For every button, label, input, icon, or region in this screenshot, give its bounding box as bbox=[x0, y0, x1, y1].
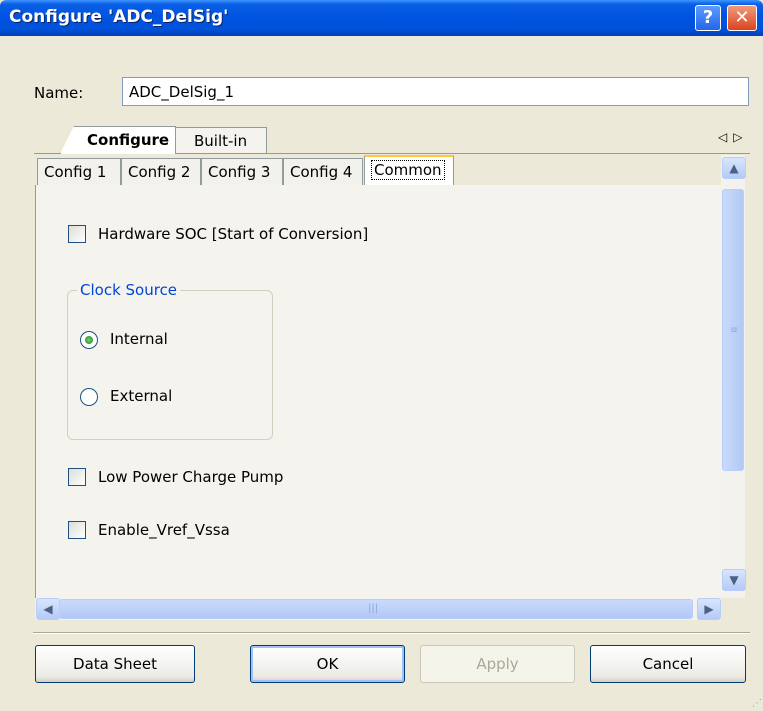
tab-config-4[interactable]: Config 4 bbox=[283, 158, 363, 185]
radio-selected-dot bbox=[85, 336, 93, 344]
low-power-charge-pump-checkbox[interactable] bbox=[68, 468, 86, 486]
tab-built-in[interactable]: Built-in bbox=[175, 127, 267, 153]
enable-vref-vssa-checkbox[interactable] bbox=[68, 521, 86, 539]
chevron-down-icon[interactable]: ▼ bbox=[722, 569, 746, 591]
help-button[interactable]: ? bbox=[695, 5, 721, 31]
horizontal-scroll-thumb[interactable]: ||| bbox=[59, 599, 693, 619]
low-power-charge-pump-label: Low Power Charge Pump bbox=[98, 468, 284, 486]
chevron-up-icon[interactable]: ▲ bbox=[722, 157, 746, 179]
tab-configure[interactable]: Configure bbox=[60, 126, 176, 154]
internal-radio[interactable] bbox=[80, 331, 98, 349]
cancel-button[interactable]: Cancel bbox=[590, 645, 746, 683]
tab-config-1[interactable]: Config 1 bbox=[37, 158, 121, 185]
tab-config-2[interactable]: Config 2 bbox=[121, 158, 201, 185]
apply-button[interactable]: Apply bbox=[420, 645, 575, 683]
tab-scroll-right-icon[interactable]: ▷ bbox=[733, 130, 748, 144]
title-bar[interactable]: Configure 'ADC_DelSig' ? ✕ bbox=[0, 0, 763, 36]
internal-radio-label: Internal bbox=[110, 330, 168, 348]
tab-common[interactable]: Common bbox=[364, 155, 454, 186]
hardware-soc-checkbox[interactable] bbox=[68, 225, 86, 243]
horizontal-scrollbar[interactable]: ◀ ||| ▶ bbox=[35, 598, 721, 620]
clock-source-group bbox=[67, 290, 273, 440]
vertical-scrollbar[interactable]: ▲ ≡ ▼ bbox=[721, 155, 746, 598]
grip-icon: ≡ bbox=[730, 325, 739, 336]
tab-config-3[interactable]: Config 3 bbox=[201, 158, 283, 185]
tab-common-label: Common bbox=[371, 160, 445, 180]
name-field[interactable] bbox=[122, 77, 749, 106]
enable-vref-vssa-label: Enable_Vref_Vssa bbox=[98, 521, 230, 539]
resize-grip-icon[interactable]: ⋰ bbox=[752, 698, 762, 709]
external-radio[interactable] bbox=[80, 388, 98, 406]
ok-button[interactable]: OK bbox=[250, 645, 405, 683]
chevron-left-icon[interactable]: ◀ bbox=[36, 598, 60, 620]
tab-scroll-arrows[interactable]: ◁▷ bbox=[718, 130, 748, 144]
chevron-right-icon[interactable]: ▶ bbox=[697, 598, 721, 620]
data-sheet-button[interactable]: Data Sheet bbox=[35, 645, 195, 683]
grip-icon: ||| bbox=[368, 603, 379, 614]
hardware-soc-label: Hardware SOC [Start of Conversion] bbox=[98, 225, 369, 243]
close-button[interactable]: ✕ bbox=[727, 5, 757, 31]
configure-dialog: Configure 'ADC_DelSig' ? ✕ Name: Configu… bbox=[0, 0, 763, 711]
clock-source-title: Clock Source bbox=[77, 281, 181, 299]
external-radio-label: External bbox=[110, 387, 173, 405]
name-label: Name: bbox=[34, 84, 84, 102]
tab-scroll-left-icon[interactable]: ◁ bbox=[718, 130, 733, 144]
vertical-scroll-thumb[interactable]: ≡ bbox=[722, 189, 744, 471]
window-title: Configure 'ADC_DelSig' bbox=[9, 7, 229, 27]
button-separator bbox=[33, 632, 750, 634]
